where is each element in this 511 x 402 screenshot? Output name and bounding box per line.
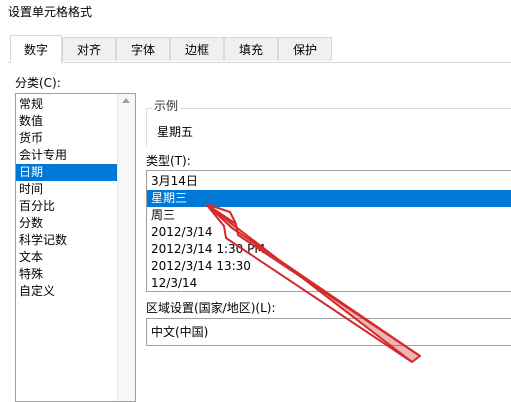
annotation-arrow-icon	[205, 203, 421, 363]
tab-number[interactable]: 数字	[10, 35, 62, 63]
